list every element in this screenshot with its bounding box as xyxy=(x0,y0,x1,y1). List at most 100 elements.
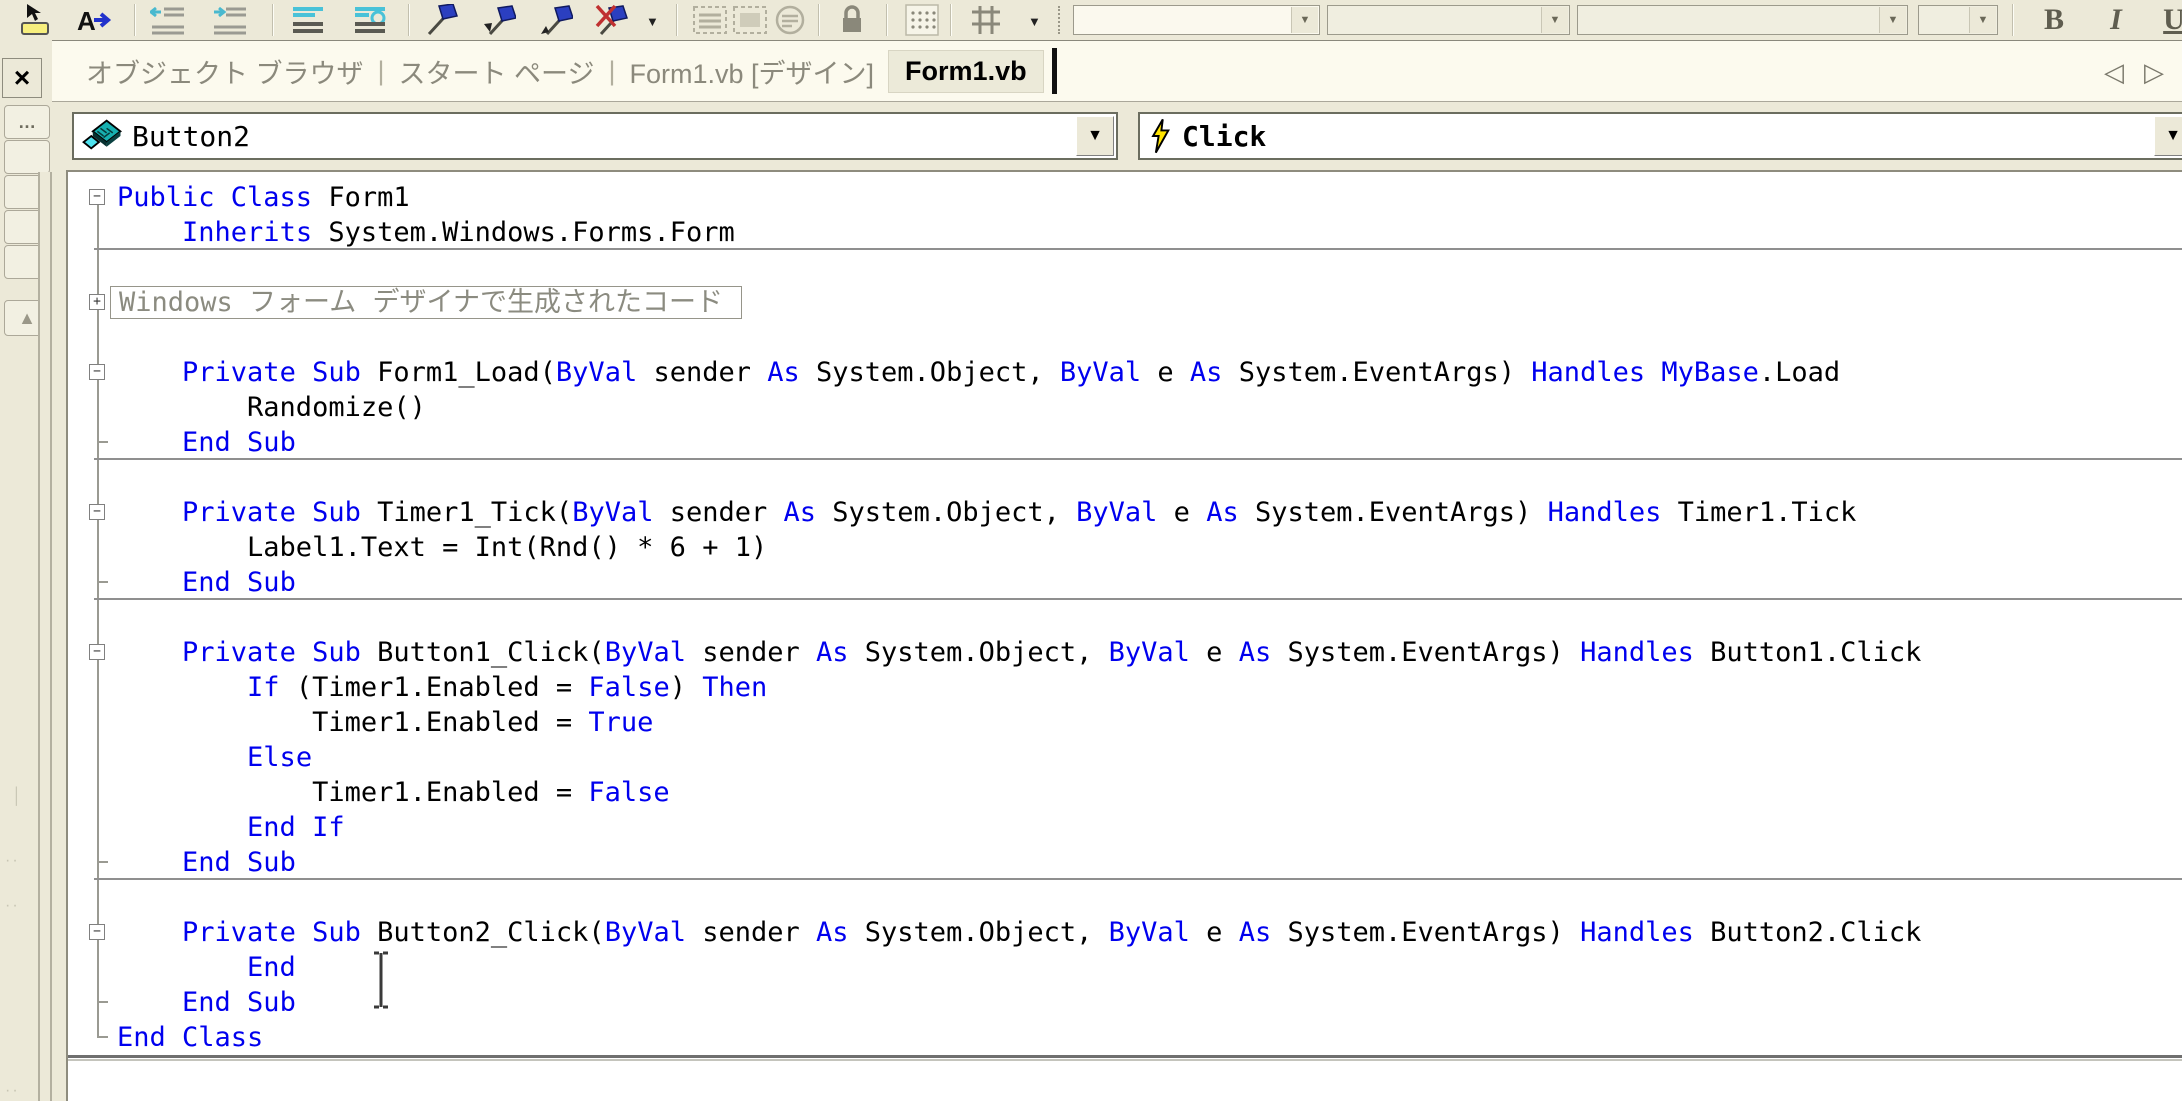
circular-lines-icon xyxy=(768,0,812,40)
code-line[interactable]: Private Sub Button2_Click(ByVal sender A… xyxy=(68,915,2182,950)
tab-scroll-left-icon[interactable]: ◁ xyxy=(2104,57,2124,88)
bookmark-clear-icon[interactable] xyxy=(590,0,634,40)
bookmark-next-icon[interactable] xyxy=(534,0,578,40)
code-line[interactable]: Inherits System.Windows.Forms.Form xyxy=(68,215,2182,250)
tab-scroll-controls: ◁ ▷ xyxy=(2104,41,2164,103)
vs-ide-window: A xyxy=(0,0,2182,1101)
code-segment: End Sub xyxy=(182,847,296,878)
grid-dots-icon[interactable] xyxy=(900,0,944,40)
code-line[interactable]: Randomize() xyxy=(68,390,2182,425)
code-line[interactable] xyxy=(68,320,2182,355)
tab-start-page[interactable]: スタート ページ xyxy=(385,52,609,91)
toolbar-combo-1[interactable]: ▼ xyxy=(1073,5,1320,35)
code-text: Private Sub Button2_Click(ByVal sender A… xyxy=(117,915,1921,950)
object-name-combobox[interactable]: Button2 ▼ xyxy=(72,112,1118,160)
code-line[interactable] xyxy=(68,460,2182,495)
code-text: Public Class Form1 xyxy=(117,180,410,215)
toolbar-separator xyxy=(272,4,274,36)
code-line[interactable]: End If xyxy=(68,810,2182,845)
bookmark-toggle-icon[interactable] xyxy=(420,0,464,40)
tab-form1-code[interactable]: Form1.vb xyxy=(888,50,1044,93)
code-segment: Handles xyxy=(1531,357,1645,388)
fold-margin-cell xyxy=(68,880,117,915)
tab-scroll-right-icon[interactable]: ▷ xyxy=(2144,57,2164,88)
snap-grid-glyph xyxy=(968,4,1004,36)
chevron-down-icon[interactable]: ▼ xyxy=(1969,7,1996,33)
chevron-down-icon[interactable]: ▼ xyxy=(2154,116,2182,156)
toolbar-separator xyxy=(886,4,888,36)
bookmark-dropdown-icon[interactable]: ▼ xyxy=(646,14,659,29)
code-segment xyxy=(117,987,182,1018)
chevron-down-icon[interactable]: ▼ xyxy=(1291,7,1318,33)
code-segment: If xyxy=(247,672,280,703)
code-line[interactable]: End Class xyxy=(68,1020,2182,1055)
code-line[interactable]: Timer1.Enabled = False xyxy=(68,775,2182,810)
lock-icon[interactable] xyxy=(830,0,874,40)
tab-form1-designer[interactable]: Form1.vb [デザイン] xyxy=(616,52,889,91)
toolbox-tab-button-ellipsis[interactable]: … xyxy=(4,105,50,139)
code-segment: As xyxy=(1239,917,1272,948)
code-line[interactable]: Else xyxy=(68,740,2182,775)
code-line[interactable]: Public Class Form1 xyxy=(68,180,2182,215)
increase-indent-icon[interactable] xyxy=(208,0,252,40)
code-line[interactable]: Private Sub Timer1_Tick(ByVal sender As … xyxy=(68,495,2182,530)
code-text: End Sub xyxy=(117,985,296,1020)
toolbar-combo-4[interactable]: ▼ xyxy=(1918,5,1998,35)
code-segment: Button1.Click xyxy=(1694,637,1922,668)
code-segment: System.EventArgs) xyxy=(1239,497,1548,528)
code-line[interactable] xyxy=(68,600,2182,635)
collapsed-region-box[interactable]: Windows フォーム デザイナで生成されたコード xyxy=(110,286,742,319)
panel-splitter[interactable] xyxy=(38,172,52,1101)
code-segment: e xyxy=(1157,497,1206,528)
code-line[interactable]: End Sub xyxy=(68,565,2182,600)
quick-info-icon[interactable] xyxy=(14,0,58,40)
code-line[interactable]: Label1.Text = Int(Rnd() * 6 + 1) xyxy=(68,530,2182,565)
code-line[interactable]: Windows フォーム デザイナで生成されたコード xyxy=(68,285,2182,320)
fold-margin-cell xyxy=(68,565,117,600)
fold-margin-cell xyxy=(68,740,117,775)
tab-object-browser[interactable]: オブジェクト ブラウザ xyxy=(72,52,378,91)
snap-grid-dropdown-icon[interactable]: ▼ xyxy=(1028,14,1041,29)
decrease-indent-icon[interactable] xyxy=(146,0,190,40)
code-line[interactable] xyxy=(68,250,2182,285)
document-well: オブジェクト ブラウザ | スタート ページ | Form1.vb [デザイン]… xyxy=(52,40,2182,1101)
bookmark-previous-icon[interactable] xyxy=(477,0,521,40)
toolbar-combo-3[interactable]: ▼ xyxy=(1577,5,1908,35)
fold-margin-cell xyxy=(68,1020,117,1055)
fold-margin-cell xyxy=(68,845,117,880)
chevron-down-icon[interactable]: ▼ xyxy=(1541,7,1568,33)
tab-separator: | xyxy=(609,56,616,87)
code-segment: Windows フォーム デザイナで生成されたコード xyxy=(119,287,723,318)
collapsed-region-line: Windows フォーム デザイナで生成されたコード xyxy=(117,285,742,320)
italic-button[interactable]: I xyxy=(2088,0,2144,40)
code-line[interactable]: End Sub xyxy=(68,425,2182,460)
document-tab-bar: オブジェクト ブラウザ | スタート ページ | Form1.vb [デザイン]… xyxy=(52,40,2182,102)
text-editor-toolbar: A xyxy=(0,0,2182,41)
code-line[interactable]: End Sub xyxy=(68,845,2182,880)
panel-close-button[interactable]: × xyxy=(2,58,42,98)
chevron-down-icon[interactable]: ▼ xyxy=(1879,7,1906,33)
underline-button[interactable]: U xyxy=(2146,0,2182,40)
code-line[interactable]: If (Timer1.Enabled = False) Then xyxy=(68,670,2182,705)
code-line[interactable]: Private Sub Form1_Load(ByVal sender As S… xyxy=(68,355,2182,390)
svg-text:A: A xyxy=(77,6,96,36)
code-line[interactable]: Private Sub Button1_Click(ByVal sender A… xyxy=(68,635,2182,670)
comment-lines-icon[interactable] xyxy=(286,0,330,40)
class-icon xyxy=(82,119,122,153)
toolbox-faint-mark: ·· xyxy=(5,852,20,870)
code-segment xyxy=(117,637,182,668)
code-editor[interactable]: Public Class Form1 Inherits System.Windo… xyxy=(66,170,2182,1101)
toolbar-separator xyxy=(676,4,678,36)
chevron-down-icon[interactable]: ▼ xyxy=(1076,116,1114,156)
snap-to-grid-icon[interactable] xyxy=(964,0,1008,40)
toolbar-grip[interactable] xyxy=(1058,6,1064,34)
code-line[interactable] xyxy=(68,880,2182,915)
uncomment-lines-icon[interactable] xyxy=(348,0,392,40)
bold-button[interactable]: B xyxy=(2026,0,2082,40)
code-line[interactable]: Timer1.Enabled = True xyxy=(68,705,2182,740)
word-completion-icon[interactable]: A xyxy=(72,0,116,40)
code-segment: False xyxy=(588,672,669,703)
toolbar-combo-2[interactable]: ▼ xyxy=(1327,5,1570,35)
event-name-combobox[interactable]: Click ▼ xyxy=(1138,112,2182,160)
toolbox-tab-button[interactable] xyxy=(4,140,50,174)
